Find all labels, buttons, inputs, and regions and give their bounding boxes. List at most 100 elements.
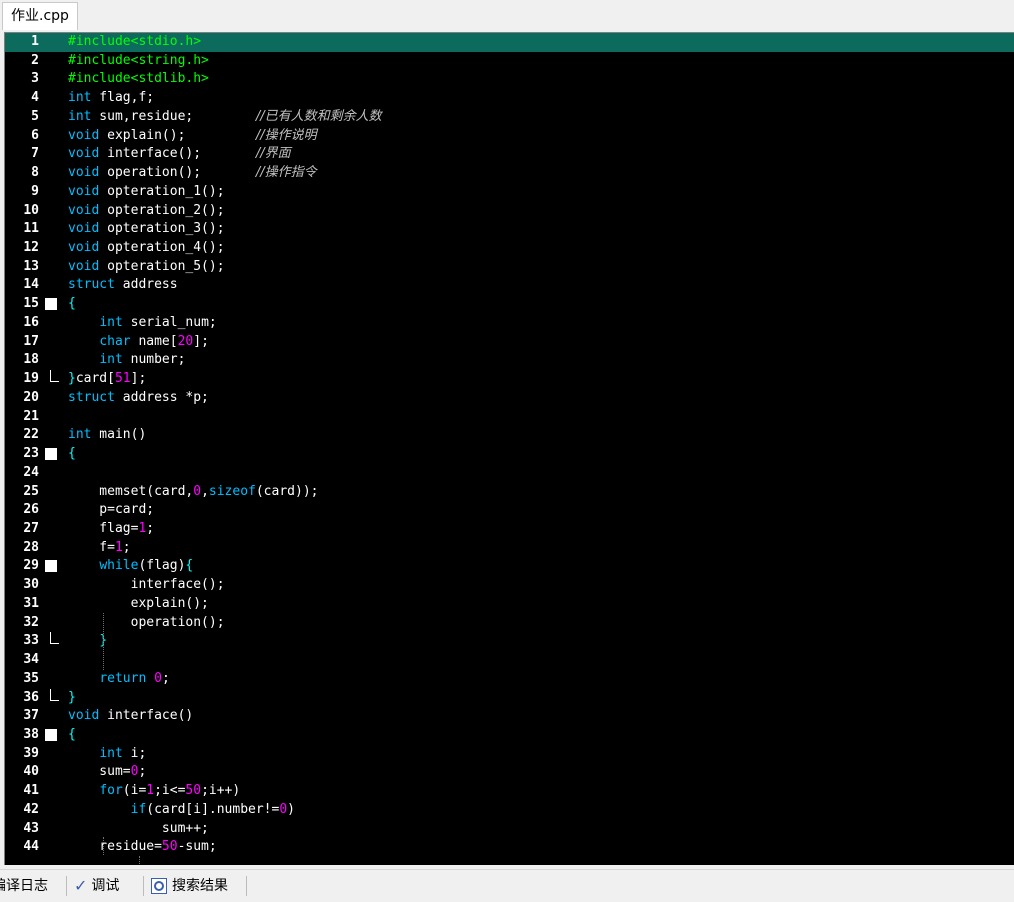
code-text: interface(); <box>68 576 225 595</box>
code-token: 1 <box>146 783 155 799</box>
code-line[interactable]: 37 void interface() <box>5 707 1014 726</box>
code-line[interactable]: 42 if(card[i].number!=0) <box>5 801 1014 820</box>
line-number: 34 <box>23 652 39 668</box>
code-text: f=1; <box>68 539 131 558</box>
code-line[interactable]: 41 for(i=1;i<=50;i++) <box>5 782 1014 801</box>
code-token: int <box>68 427 92 443</box>
code-token: , <box>201 483 209 499</box>
code-token: sum= <box>68 764 131 780</box>
line-number: 40 <box>23 764 39 780</box>
code-line[interactable]: 31 explain(); <box>5 595 1014 614</box>
code-token: void <box>68 708 100 724</box>
code-line[interactable]: 26 p=card; <box>5 501 1014 520</box>
code-token: opteration_5(); <box>99 258 225 274</box>
code-text: int flag,f; <box>68 89 154 108</box>
code-token: { <box>68 727 76 742</box>
code-token: { <box>68 446 76 462</box>
code-text: int i; <box>68 745 146 764</box>
code-line[interactable]: 5 int sum,residue; //已有人数和剩余人数 <box>5 108 1014 127</box>
code-line[interactable]: 2 #include<string.h> <box>5 52 1014 71</box>
code-line[interactable]: 34 <box>5 651 1014 670</box>
code-line[interactable]: 27 flag=1; <box>5 520 1014 539</box>
code-line[interactable]: 36} <box>5 688 1014 708</box>
code-line[interactable]: 8 void operation(); //操作指令 <box>5 164 1014 183</box>
code-line[interactable]: 11 void opteration_3(); <box>5 220 1014 239</box>
code-line[interactable]: 14 struct address <box>5 276 1014 295</box>
fold-marker-icon[interactable] <box>45 560 57 573</box>
line-number: 43 <box>23 820 39 836</box>
line-number: 19 <box>23 371 39 387</box>
code-line[interactable]: 38 { <box>5 726 1014 745</box>
line-number: 13 <box>23 258 39 274</box>
line-number: 36 <box>23 689 39 705</box>
code-text: void opteration_1(); <box>68 183 225 202</box>
code-line[interactable]: 12 void opteration_4(); <box>5 239 1014 258</box>
fold-marker-icon[interactable] <box>45 298 57 311</box>
code-text: sum++; <box>68 820 209 839</box>
fold-marker-icon[interactable] <box>45 729 57 741</box>
code-token: int <box>99 745 123 761</box>
line-number: 20 <box>23 389 39 405</box>
tab-file[interactable]: 作业.cpp <box>2 2 78 30</box>
tab-debug[interactable]: ✓ 调试 <box>74 874 119 898</box>
code-text: sum=0; <box>68 763 146 782</box>
code-text: int serial_num; <box>68 314 216 333</box>
code-line[interactable]: 43 sum++; <box>5 820 1014 839</box>
line-number: 30 <box>23 577 39 593</box>
fold-marker-icon[interactable] <box>45 448 57 461</box>
code-line[interactable]: 6 void explain(); //操作说明 <box>5 127 1014 146</box>
code-line[interactable]: 29 while(flag){ <box>5 557 1014 576</box>
code-line[interactable]: 22 int main() <box>5 426 1014 445</box>
code-line[interactable]: 20 struct address *p; <box>5 389 1014 408</box>
code-line[interactable]: 17 char name[20]; <box>5 333 1014 352</box>
code-line[interactable]: 4 int flag,f; <box>5 89 1014 108</box>
code-line[interactable]: 25 memset(card,0,sizeof(card)); <box>5 483 1014 502</box>
line-number: 23 <box>23 446 39 462</box>
code-token: int <box>99 352 123 368</box>
code-line[interactable]: 33 } <box>5 632 1014 651</box>
code-token: #include<stdio.h> <box>68 34 202 49</box>
code-line[interactable]: 15 { <box>5 295 1014 314</box>
code-token: i; <box>122 745 147 761</box>
check-icon: ✓ <box>74 876 88 895</box>
code-line[interactable]: 40 sum=0; <box>5 763 1014 782</box>
code-line[interactable]: 28 f=1; <box>5 539 1014 558</box>
code-token: //界面 <box>255 146 291 162</box>
code-line[interactable]: 39 int i; <box>5 745 1014 764</box>
code-line[interactable]: 18 int number; <box>5 351 1014 370</box>
code-line[interactable]: 3 #include<stdlib.h> <box>5 70 1014 89</box>
code-line[interactable]: 7 void interface(); //界面 <box>5 145 1014 164</box>
code-line[interactable]: 10 void opteration_2(); <box>5 202 1014 221</box>
code-line[interactable]: 9 void opteration_1(); <box>5 183 1014 202</box>
code-line[interactable]: 24 <box>5 464 1014 483</box>
code-token: #include<stdlib.h> <box>68 71 209 87</box>
code-token: if <box>130 801 147 817</box>
tab-compile-log[interactable]: 编译日志 <box>0 874 48 898</box>
code-line[interactable]: 13 void opteration_5(); <box>5 258 1014 277</box>
code-text: } <box>68 689 76 708</box>
code-line[interactable]: 30 interface(); <box>5 576 1014 595</box>
code-line[interactable]: 44 residue=50-sum; <box>5 838 1014 857</box>
code-text: int main() <box>68 426 146 445</box>
debug-label: 调试 <box>91 878 120 894</box>
code-text: residue=50-sum; <box>68 838 216 857</box>
code-text: void opteration_3(); <box>68 220 225 239</box>
code-token: int <box>68 108 92 124</box>
code-line[interactable]: 16 int serial_num; <box>5 314 1014 333</box>
line-number: 24 <box>23 464 39 480</box>
code-token: residue= <box>68 839 162 855</box>
code-line[interactable]: 35 return 0; <box>5 670 1014 689</box>
code-editor[interactable]: 1 #include<stdio.h> 2 #include<string.h> 3 #i… <box>4 32 1014 865</box>
code-token: ; <box>122 539 131 555</box>
search-results-label: 搜索结果 <box>172 878 228 894</box>
line-number: 1 <box>31 34 39 49</box>
line-number: 38 <box>23 727 39 742</box>
code-line[interactable]: 23 { <box>5 445 1014 464</box>
code-line[interactable]: 32 operation(); <box>5 614 1014 633</box>
tab-search-results[interactable]: 搜索结果 <box>151 874 228 898</box>
code-line[interactable]: 21 <box>5 408 1014 427</box>
code-line[interactable]: 1 #include<stdio.h> <box>5 33 1014 52</box>
line-number: 7 <box>31 146 39 162</box>
code-line[interactable]: 19}card[51]; <box>5 370 1014 389</box>
